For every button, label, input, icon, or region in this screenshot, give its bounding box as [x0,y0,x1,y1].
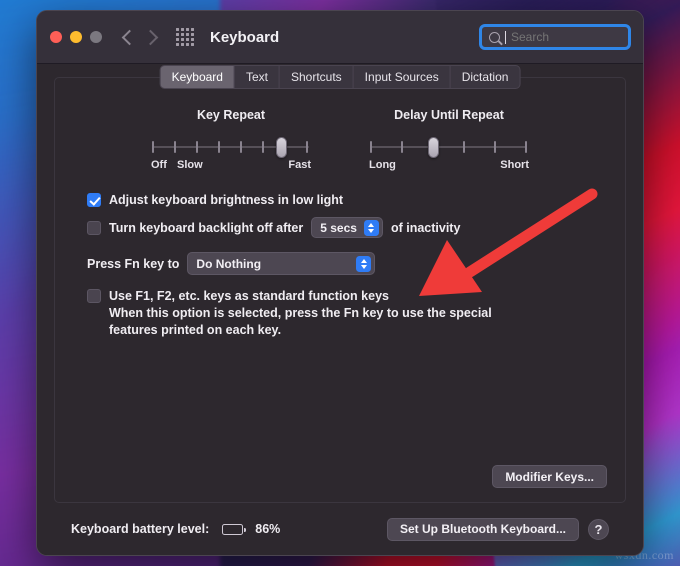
function-keys-checkbox[interactable] [87,289,101,303]
chevron-updown-icon[interactable] [363,219,379,236]
key-repeat-slider[interactable] [151,137,311,158]
setup-bluetooth-keyboard-button[interactable]: Set Up Bluetooth Keyboard... [386,517,579,541]
delay-repeat-slider[interactable] [369,137,529,158]
keyboard-preferences-window: Keyboard Keyboard Text Shortcuts Input S… [36,10,644,556]
slider-tick [494,141,496,153]
back-icon[interactable] [121,29,138,45]
function-keys-description: When this option is selected, press the … [109,306,492,337]
function-keys-label: Use F1, F2, etc. keys as standard functi… [109,289,389,303]
chevron-updown-icon[interactable] [356,255,372,272]
slider-track-line [371,146,527,148]
slider-tick [174,141,176,153]
function-keys-row[interactable]: Use F1, F2, etc. keys as standard functi… [87,289,603,303]
backlight-off-label: Turn keyboard backlight off after [109,220,304,235]
text-caret [505,30,506,44]
slider-tick [525,141,527,153]
search-input[interactable] [511,30,643,44]
modifier-keys-button[interactable]: Modifier Keys... [492,465,607,488]
slider-label-fast: Fast [288,159,311,171]
window-body: Keyboard Text Shortcuts Input Sources Di… [37,64,643,555]
tab-text[interactable]: Text [235,66,280,88]
delay-until-repeat-group: Delay Until Repeat Long Short [369,108,529,175]
backlight-off-suffix-label: of inactivity [390,220,461,235]
modifier-keys-wrap: Modifier Keys... [492,465,607,488]
key-repeat-slider-thumb[interactable] [275,137,287,158]
maximize-button[interactable] [90,31,102,43]
close-button[interactable] [50,31,62,43]
backlight-off-duration-value: 5 secs [320,220,357,235]
window-titlebar: Keyboard [37,11,643,64]
delay-repeat-labels: Long Short [369,159,529,175]
slider-tick [240,141,242,153]
slider-tick [262,141,264,153]
slider-section: Key Repeat Off Slow Fast Delay Until Rep… [77,78,603,175]
fn-key-action-popup[interactable]: Do Nothing [187,252,376,275]
options-section: Adjust keyboard brightness in low light … [77,175,603,339]
tab-dictation[interactable]: Dictation [451,66,520,88]
slider-tick [196,141,198,153]
minimize-button[interactable] [70,31,82,43]
adjust-brightness-row[interactable]: Adjust keyboard brightness in low light [87,193,603,207]
delay-repeat-title: Delay Until Repeat [394,108,504,122]
tab-shortcuts[interactable]: Shortcuts [280,66,354,88]
key-repeat-group: Key Repeat Off Slow Fast [151,108,311,175]
adjust-brightness-label: Adjust keyboard brightness in low light [109,193,344,207]
tab-keyboard[interactable]: Keyboard [160,66,235,88]
battery-level-label: Keyboard battery level: [71,522,210,536]
footer-actions: Set Up Bluetooth Keyboard... ? [386,517,609,541]
battery-icon [222,523,246,535]
backlight-off-checkbox[interactable] [87,220,101,235]
fn-key-action-value: Do Nothing [196,256,262,271]
slider-tick [463,141,465,153]
delay-repeat-slider-thumb[interactable] [427,137,439,158]
slider-tick [152,141,154,153]
search-icon [489,31,500,43]
slider-label-long: Long [369,159,396,171]
tab-bar: Keyboard Text Shortcuts Input Sources Di… [159,65,521,89]
preferences-panel: Keyboard Text Shortcuts Input Sources Di… [54,65,626,503]
backlight-off-row[interactable]: Turn keyboard backlight off after 5 secs… [87,217,603,238]
adjust-brightness-checkbox[interactable] [87,193,101,207]
help-button[interactable]: ? [588,518,609,540]
forward-icon[interactable] [142,29,159,45]
fn-key-label: Press Fn key to [87,256,180,271]
slider-label-slow: Slow [177,159,203,171]
slider-label-short: Short [500,159,529,171]
show-all-grid-icon[interactable] [176,28,194,46]
key-repeat-title: Key Repeat [196,108,266,122]
window-footer: Keyboard battery level: 86% Set Up Bluet… [54,503,626,555]
slider-tick [370,141,372,153]
slider-tick [401,141,403,153]
traffic-lights [50,31,102,43]
battery-percent: 86% [255,522,281,536]
backlight-off-duration-popup[interactable]: 5 secs [311,217,383,238]
page-title: Keyboard [210,28,280,46]
fn-key-row: Press Fn key to Do Nothing [87,252,603,275]
slider-label-off: Off [151,159,167,171]
tab-input-sources[interactable]: Input Sources [354,66,451,88]
key-repeat-labels: Off Slow Fast [151,159,311,175]
slider-tick [306,141,308,153]
slider-tick [218,141,220,153]
navigation-arrows [121,29,159,45]
search-field[interactable] [479,24,643,50]
